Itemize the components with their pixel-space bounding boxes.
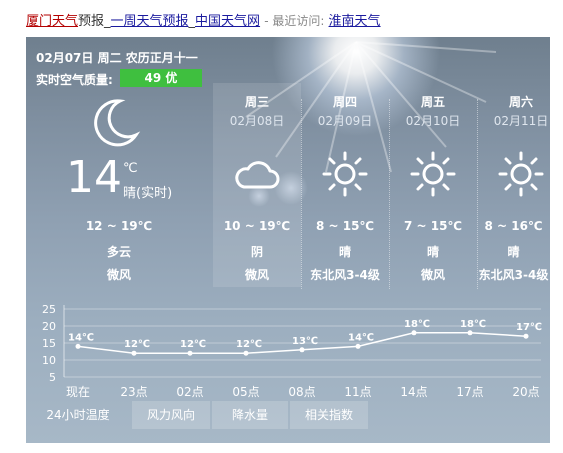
forecast-date: 02月11日 [493,114,549,128]
sun-icon [410,151,456,197]
forecast-day[interactable]: 周六 02月11日 8 ~ 16℃ 晴 东北风3-4级 [477,83,550,287]
x-tick-label: 20点 [512,385,539,399]
forecast-day-name: 周五 [420,95,445,109]
temperature-data-label: 12℃ [180,339,206,350]
forecast-wind: 东北风3-4级 [310,268,380,282]
temperature-point [355,343,361,349]
forecast-temp-range: 8 ~ 15℃ [316,219,374,233]
x-tick-label: 17点 [456,385,483,399]
forecast-temp-range: 7 ~ 15℃ [404,219,462,233]
tab-related-index[interactable]: 相关指数 [290,401,368,429]
temperature-data-label: 18℃ [460,319,486,330]
city-weather-link[interactable]: 厦门天气 [26,14,78,29]
forecast-wind: 微风 [244,268,269,282]
forecast-weather: 晴 [426,245,439,259]
forecast-day-name: 周四 [332,95,357,109]
x-tick-label: 05点 [232,385,259,399]
x-tick-label: 11点 [344,385,371,399]
forecast-day-name: 周六 [508,95,533,109]
current-condition: 晴(实时) [123,186,173,201]
current-temperature: 14 [66,152,122,203]
recent-label: - 最近访问: [264,14,325,28]
chart-tabs: 24小时温度 风力风向 降水量 相关指数 [26,401,550,431]
x-tick-label: 现在 [66,385,90,399]
forecast-temp-range: 10 ~ 19℃ [223,219,291,233]
temperature-point [523,333,529,339]
temperature-data-label: 17℃ [516,322,542,333]
forecast-date: 02月10日 [405,114,461,128]
temperature-point [187,350,193,356]
sun-icon [498,151,544,197]
forecast-day[interactable]: 周五 02月10日 7 ~ 15℃ 晴 微风 [389,83,477,287]
today-wind: 微风 [106,268,131,282]
forecast-weather: 晴 [507,245,520,259]
today-weather: 多云 [106,245,131,259]
temperature-data-label: 18℃ [404,319,430,330]
aqi-label: 实时空气质量: [36,73,113,87]
column-divider [389,99,390,289]
temperature-data-label: 13℃ [292,336,318,347]
aqi-badge[interactable]: 49 优 [120,69,202,87]
forecast-date: 02月08日 [229,114,285,128]
forecast-wind: 微风 [420,268,445,282]
temperature-point [411,330,417,336]
week-forecast-link[interactable]: 一周天气预报 [111,14,189,29]
cloud-icon [235,161,280,189]
x-tick-label: 02点 [176,385,203,399]
y-tick-label: 20 [42,320,56,333]
y-tick-label: 15 [42,337,56,350]
forecast-day[interactable]: 周四 02月09日 8 ~ 15℃ 晴 东北风3-4级 [301,83,389,287]
tab-precipitation[interactable]: 降水量 [212,401,288,429]
china-weather-link[interactable]: 中国天气网 [195,14,260,29]
temperature-data-label: 14℃ [348,332,374,343]
y-tick-label: 25 [42,303,56,316]
forecast-weather: 晴 [338,245,351,259]
sun-icon [322,151,368,197]
temperature-unit: ℃ [123,161,138,176]
forecast-day[interactable]: 周三 02月08日 10 ~ 19℃ 阴 微风 [213,83,301,287]
temperature-chart: 5 10 15 20 25 现在 23点 02点 05点 08点 11点 14点 17点 20点 14℃ 12… [42,303,542,399]
temperature-data-label: 12℃ [124,339,150,350]
today-temp-range: 12 ~ 19℃ [85,219,153,233]
x-tick-label: 14点 [400,385,427,399]
tab-wind[interactable]: 风力风向 [132,401,210,429]
temperature-point [131,350,137,356]
temperature-point [243,350,249,356]
moon-icon [94,99,141,147]
tab-24h-temperature[interactable]: 24小时温度 [26,401,130,429]
y-tick-label: 5 [49,371,56,384]
recent-city-link[interactable]: 淮南天气 [329,14,381,29]
temperature-data-label: 12℃ [236,339,262,350]
today-section: 02月07日 周二 农历正月十一 实时空气质量: 49 优 14 ℃ 晴(实时)… [26,37,212,287]
forecast-weather: 阴 [250,245,263,259]
temperature-point [75,343,81,349]
forecast-date: 02月09日 [317,114,373,128]
breadcrumb: 厦门天气预报_一周天气预报_中国天气网 - 最近访问: 淮南天气 [26,10,381,30]
forecast-wind: 东北风3-4级 [478,268,549,282]
column-divider [301,99,302,289]
forecast-temp-range: 8 ~ 16℃ [484,219,543,233]
y-tick-label: 10 [42,354,56,367]
weather-panel: 02月07日 周二 农历正月十一 实时空气质量: 49 优 14 ℃ 晴(实时)… [26,37,550,443]
forecast-day-name: 周三 [244,95,269,109]
x-tick-label: 23点 [120,385,147,399]
temperature-data-label: 14℃ [68,332,94,343]
x-tick-label: 08点 [288,385,315,399]
today-date: 02月07日 周二 农历正月十一 [36,51,198,65]
forecast-suffix: 预报 [78,14,105,29]
temperature-point [299,347,305,353]
temperature-point [467,330,473,336]
column-divider [477,99,478,289]
